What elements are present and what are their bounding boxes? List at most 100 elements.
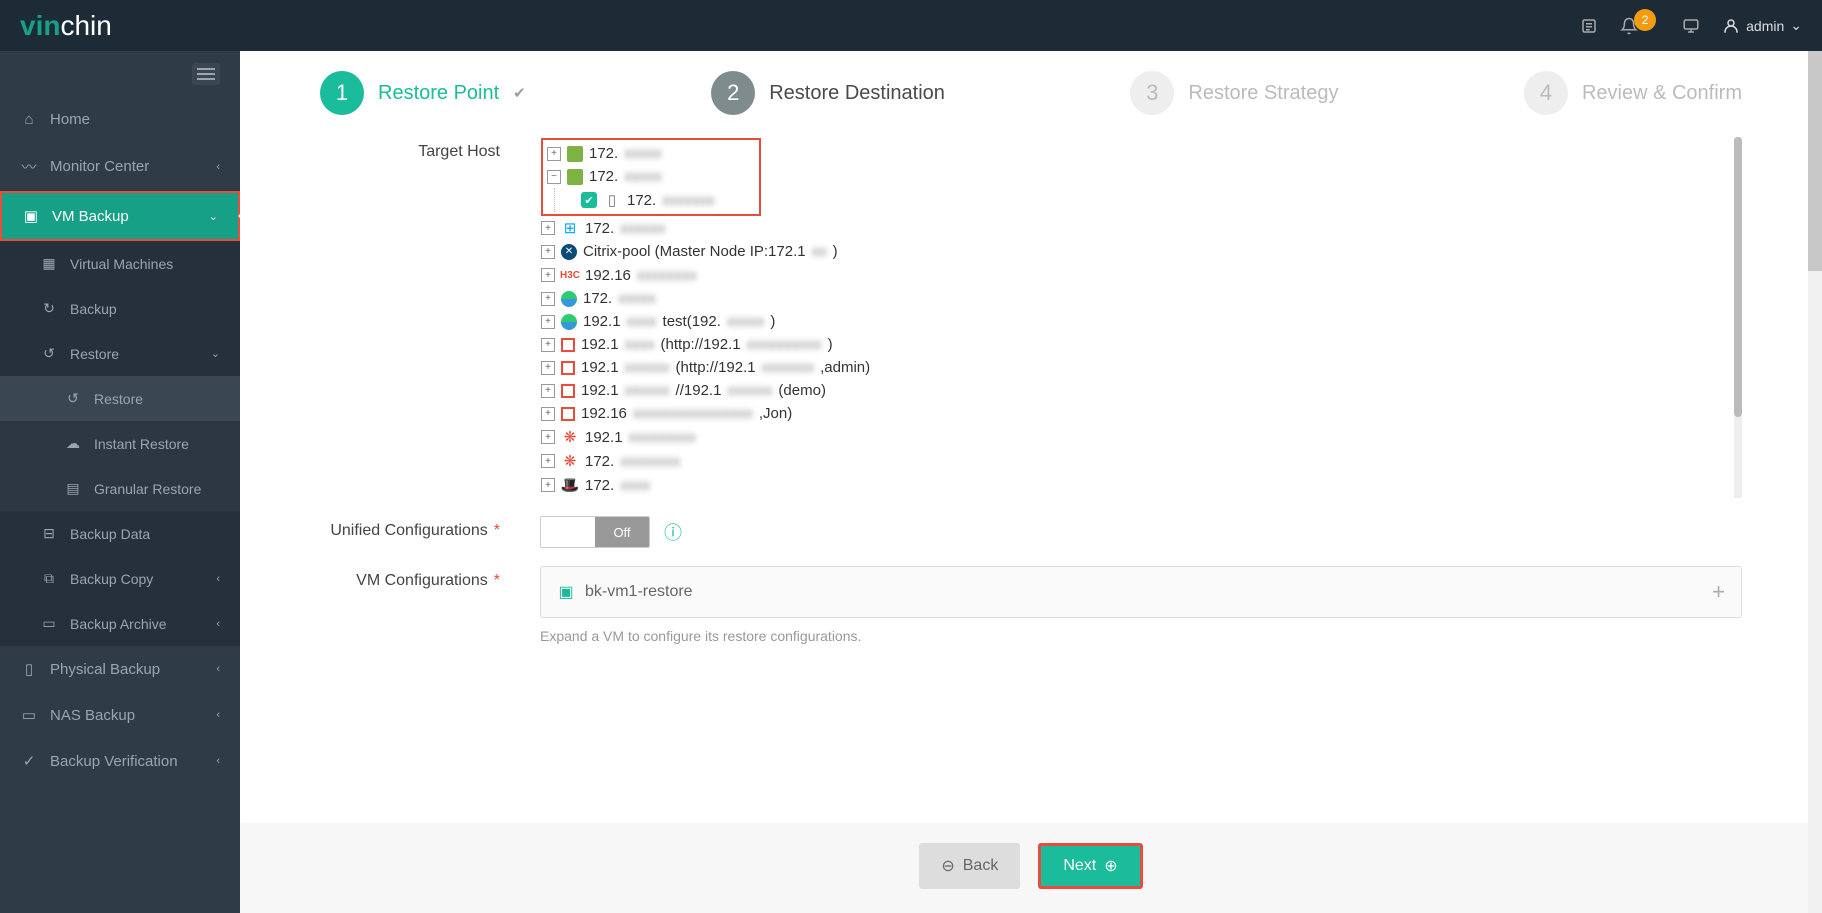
vm-config-panel[interactable]: ▣ bk-vm1-restore + <box>540 566 1742 618</box>
nav-home[interactable]: ⌂ Home <box>0 97 240 142</box>
tree-node[interactable]: + ✕ Citrix-pool (Master Node IP:172.1xx) <box>541 240 1733 263</box>
back-button[interactable]: ⊖ Back <box>919 843 1020 889</box>
huawei-icon: ❋ <box>561 452 579 470</box>
main-content: 1 Restore Point ✔ 2 Restore Destination … <box>240 51 1822 913</box>
monitor-nav-icon: 〰 <box>20 156 38 177</box>
logo: vinchin <box>20 10 112 42</box>
monitor-icon[interactable] <box>1682 17 1700 35</box>
chevron-down-icon: ‹ <box>216 755 220 767</box>
checkbox-checked-icon[interactable]: ✔ <box>581 192 597 208</box>
nav-backup-copy[interactable]: ⧉ Backup Copy ‹ <box>0 556 240 601</box>
tree-node[interactable]: + 192.1xxxxxx//192.1xxxxxx(demo) <box>541 379 1733 402</box>
expand-icon[interactable]: + <box>541 384 555 398</box>
nav-vm-backup[interactable]: ▣ VM Backup ⌄ <box>0 191 240 241</box>
tree-node[interactable]: + H3C 192.16xxxxxxxx <box>541 263 1733 287</box>
info-icon[interactable]: ⓘ <box>664 519 682 545</box>
step-review-confirm[interactable]: 4 Review & Confirm <box>1524 71 1742 115</box>
chevron-down-icon: ‹ <box>216 161 220 173</box>
tree-scrollbar[interactable] <box>1734 137 1742 498</box>
nav-restore-sub[interactable]: ↺ Restore <box>0 376 240 421</box>
refresh-icon: ↻ <box>40 300 58 317</box>
arrow-left-icon: ⊖ <box>941 856 954 876</box>
page-scrollbar[interactable] <box>1808 51 1822 913</box>
nav-instant-restore[interactable]: ☁ Instant Restore <box>0 421 240 466</box>
tree-node[interactable]: + 🎩 172.xxxx <box>541 473 1733 497</box>
nav-monitor[interactable]: 〰 Monitor Center ‹ <box>0 142 240 191</box>
user-menu[interactable]: admin ⌄ <box>1722 17 1802 35</box>
step-restore-strategy[interactable]: 3 Restore Strategy <box>1130 71 1338 115</box>
check-icon: ✔ <box>513 84 526 102</box>
collapse-icon[interactable]: − <box>547 170 561 184</box>
plus-icon[interactable]: + <box>1712 579 1725 605</box>
chevron-down-icon: ‹ <box>216 618 220 630</box>
hamburger-icon <box>192 63 220 85</box>
chevron-down-icon: ⌄ <box>209 210 218 223</box>
tree-node[interactable]: + 192.1xxxxxx(http://192.1xxxxxxx,admin) <box>541 356 1733 379</box>
openstack-icon <box>561 361 575 375</box>
cloud-icon: ☁ <box>64 435 82 452</box>
step-restore-destination[interactable]: 2 Restore Destination <box>711 71 945 115</box>
nav-backup-archive[interactable]: ▭ Backup Archive ‹ <box>0 601 240 646</box>
expand-icon[interactable]: + <box>541 454 555 468</box>
sangfor-icon <box>561 314 577 330</box>
chevron-down-icon: ‹ <box>216 709 220 721</box>
vm-config-row: VM Configurations* ▣ bk-vm1-restore + Ex… <box>320 566 1742 644</box>
nav-backup[interactable]: ↻ Backup <box>0 286 240 331</box>
nav-backup-data[interactable]: ⊟ Backup Data <box>0 511 240 556</box>
tree-node[interactable]: + 192.16xxxxxxxxxxxxxxxx,Jon) <box>541 402 1733 425</box>
notification-bell[interactable]: 2 <box>1620 15 1660 37</box>
expand-icon[interactable]: + <box>541 407 555 421</box>
tree-node[interactable]: + ❋ 192.1xxxxxxxxx <box>541 425 1733 449</box>
tree-node[interactable]: + 172.xxxxx <box>547 142 755 165</box>
restore-icon: ↺ <box>64 390 82 407</box>
target-host-tree[interactable]: + 172.xxxxx − 172.xxxxx <box>540 137 1742 498</box>
expand-icon[interactable]: + <box>541 478 555 492</box>
shield-icon: ✓ <box>20 752 38 770</box>
expand-icon[interactable]: + <box>541 430 555 444</box>
windows-icon: ⊞ <box>561 219 579 237</box>
wizard-steps: 1 Restore Point ✔ 2 Restore Destination … <box>240 51 1822 127</box>
tree-node[interactable]: + ❋ 172.xxxxxxxx <box>541 449 1733 473</box>
host-icon: ▯ <box>603 191 621 209</box>
log-icon[interactable] <box>1580 17 1598 35</box>
nav-granular-restore[interactable]: ▤ Granular Restore <box>0 466 240 511</box>
tree-node[interactable]: + 192.1xxxx(http://192.1xxxxxxxxxx) <box>541 333 1733 356</box>
vm-icon: ▣ <box>22 207 40 225</box>
target-host-label: Target Host <box>320 137 500 161</box>
nas-icon: ▭ <box>20 706 38 724</box>
unified-toggle[interactable]: Off <box>540 516 650 548</box>
expand-icon[interactable]: + <box>541 315 555 329</box>
expand-icon[interactable]: + <box>547 147 561 161</box>
expand-icon[interactable]: + <box>541 268 555 282</box>
sidebar-toggle[interactable] <box>0 51 240 97</box>
expand-icon[interactable]: + <box>541 361 555 375</box>
tree-node[interactable]: − 172.xxxxx <box>547 165 755 188</box>
arrow-right-icon: ⊕ <box>1104 856 1117 876</box>
expand-icon[interactable]: + <box>541 245 555 259</box>
vm-config-label: VM Configurations* <box>320 566 500 590</box>
nav-nas-backup[interactable]: ▭ NAS Backup ‹ <box>0 692 240 738</box>
tree-node[interactable]: + 192.1xxxxtest(192.xxxxx) <box>541 310 1733 333</box>
unified-config-label: Unified Configurations* <box>320 516 500 540</box>
restore-icon: ↺ <box>40 345 58 362</box>
h3c-icon: H3C <box>561 266 579 284</box>
openstack-icon <box>561 338 575 352</box>
chevron-down-icon: ⌄ <box>1790 17 1802 34</box>
nav-restore[interactable]: ↺ Restore ⌄ <box>0 331 240 376</box>
next-button[interactable]: Next ⊕ <box>1038 843 1142 889</box>
nav-backup-verification[interactable]: ✓ Backup Verification ‹ <box>0 738 240 784</box>
expand-icon[interactable]: + <box>541 338 555 352</box>
vmware-icon <box>567 146 583 162</box>
tree-node[interactable]: + 172.xxxxx <box>541 287 1733 310</box>
step-restore-point[interactable]: 1 Restore Point ✔ <box>320 71 526 115</box>
tree-node-selected[interactable]: ✔ ▯ 172.xxxxxxx <box>581 188 755 212</box>
nav-virtual-machines[interactable]: ▦ Virtual Machines <box>0 241 240 286</box>
expand-icon[interactable]: + <box>541 292 555 306</box>
nav-physical-backup[interactable]: ▯ Physical Backup ‹ <box>0 646 240 692</box>
vms-icon: ▦ <box>40 255 58 272</box>
server-icon: ▯ <box>20 660 38 678</box>
vm-config-hint: Expand a VM to configure its restore con… <box>540 628 1742 644</box>
expand-icon[interactable]: + <box>541 221 555 235</box>
tree-node[interactable]: + ⊞ 172.xxxxxx <box>541 216 1733 240</box>
sangfor-icon <box>561 291 577 307</box>
